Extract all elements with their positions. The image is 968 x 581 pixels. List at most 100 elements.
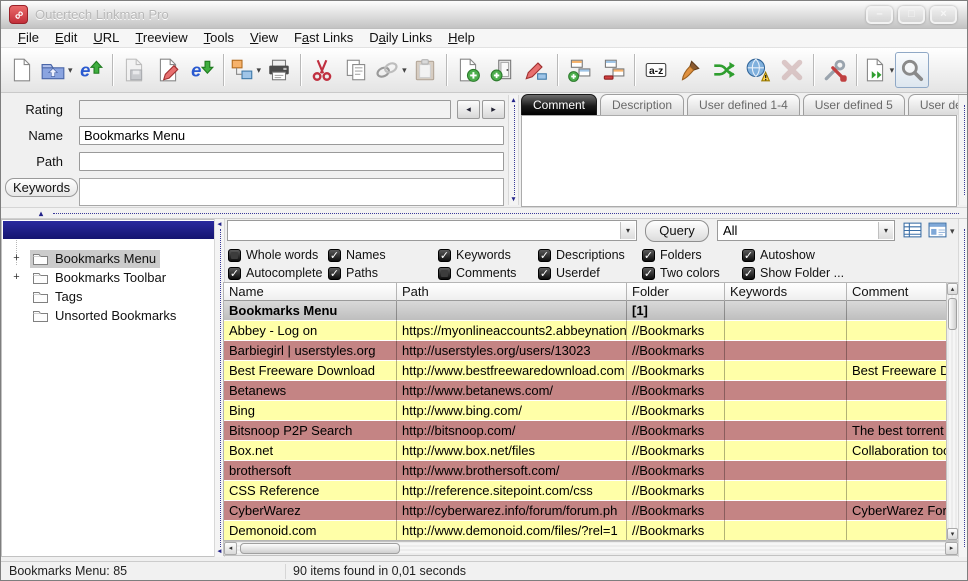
- close-button[interactable]: ×: [930, 6, 957, 24]
- remove-tree-item-button[interactable]: [596, 52, 630, 88]
- sort-az-button[interactable]: a-z: [639, 52, 673, 88]
- checked-checkbox-icon[interactable]: ✓: [328, 267, 341, 280]
- menu-view[interactable]: View: [242, 29, 286, 47]
- add-bookmark-button[interactable]: [451, 52, 485, 88]
- checked-checkbox-icon[interactable]: ✓: [642, 249, 655, 262]
- filter-show-folder-[interactable]: ✓Show Folder ...: [742, 264, 959, 282]
- filter-whole-words[interactable]: Whole words: [228, 246, 328, 264]
- checked-checkbox-icon[interactable]: ✓: [742, 249, 755, 262]
- tab-comment[interactable]: Comment: [521, 94, 597, 115]
- menu-tools[interactable]: Tools: [196, 29, 242, 47]
- bookmark-row[interactable]: Barbiegirl | userstyles.orghttp://userst…: [224, 341, 958, 361]
- horizontal-scroll-thumb[interactable]: [240, 543, 400, 554]
- dropdown-arrow-icon[interactable]: ▾: [402, 65, 407, 76]
- column-header-path[interactable]: Path: [397, 283, 627, 301]
- bookmark-row[interactable]: brothersofthttp://www.brothersoft.com///…: [224, 461, 958, 481]
- scroll-up-icon[interactable]: ▴: [947, 283, 958, 295]
- import-browser-button[interactable]: e: [74, 52, 108, 88]
- name-input[interactable]: [79, 126, 504, 145]
- tree-item-unsorted-bookmarks[interactable]: Unsorted Bookmarks: [2, 306, 218, 325]
- filter-paths[interactable]: ✓Paths: [328, 264, 438, 282]
- search-input[interactable]: [230, 222, 618, 239]
- bookmark-row[interactable]: Betanewshttp://www.betanews.com///Bookma…: [224, 381, 958, 401]
- bookmark-row[interactable]: Binghttp://www.bing.com///Bookmarks: [224, 401, 958, 421]
- search-combobox[interactable]: ▾: [227, 220, 637, 241]
- menu-url[interactable]: URL: [85, 29, 127, 47]
- dropdown-arrow-icon[interactable]: ▾: [257, 65, 262, 76]
- tab-user-defined-1-4[interactable]: User defined 1-4: [687, 94, 800, 115]
- menu-file[interactable]: File: [10, 29, 47, 47]
- filter-autoshow[interactable]: ✓Autoshow: [742, 246, 959, 264]
- menu-fast-links[interactable]: Fast Links: [286, 29, 361, 47]
- paste-button[interactable]: [408, 52, 442, 88]
- rating-input[interactable]: [79, 100, 451, 119]
- shuffle-button[interactable]: [707, 52, 741, 88]
- menu-treeview[interactable]: Treeview: [127, 29, 195, 47]
- maximize-button[interactable]: □: [898, 6, 925, 24]
- tree-item-bookmarks-toolbar[interactable]: +Bookmarks Toolbar: [2, 268, 218, 287]
- form-tabs-splitter[interactable]: ▴▾: [508, 95, 519, 205]
- dropdown-arrow-icon[interactable]: ▾: [890, 65, 895, 76]
- edit-database-button[interactable]: [151, 52, 185, 88]
- minimize-button[interactable]: –: [866, 6, 893, 24]
- comment-textarea[interactable]: [521, 115, 957, 207]
- keywords-textarea[interactable]: [79, 178, 504, 206]
- cleanup-button[interactable]: [673, 52, 707, 88]
- checked-checkbox-icon[interactable]: ✓: [328, 249, 341, 262]
- bookmark-row[interactable]: Box.nethttp://www.box.net/files//Bookmar…: [224, 441, 958, 461]
- bookmark-row[interactable]: Abbey - Log onhttps://myonlineaccounts2.…: [224, 321, 958, 341]
- bookmark-row[interactable]: CSS Referencehttp://reference.sitepoint.…: [224, 481, 958, 501]
- tab-user-defined-5[interactable]: User defined 5: [803, 94, 905, 115]
- checked-checkbox-icon[interactable]: ✓: [742, 267, 755, 280]
- layout-view-button[interactable]: [928, 222, 948, 239]
- checked-checkbox-icon[interactable]: ✓: [538, 249, 551, 262]
- chevron-down-icon[interactable]: ▾: [878, 222, 893, 239]
- new-bookmark-file-button[interactable]: [5, 52, 39, 88]
- bookmark-row[interactable]: Bitsnoop P2P Searchhttp://bitsnoop.com//…: [224, 421, 958, 441]
- right-edge-splitter-bottom[interactable]: [958, 219, 968, 557]
- check-links-button[interactable]: [741, 52, 775, 88]
- unchecked-checkbox-icon[interactable]: [228, 249, 241, 262]
- scroll-right-icon[interactable]: ▸: [945, 542, 958, 555]
- expand-icon[interactable]: +: [11, 271, 22, 283]
- column-header-folder[interactable]: Folder: [627, 283, 725, 301]
- paste-url-button[interactable]: ▾: [373, 52, 408, 88]
- table-horizontal-scrollbar[interactable]: ◂ ▸: [223, 541, 959, 556]
- export-browser-button[interactable]: e: [185, 52, 219, 88]
- tab-description[interactable]: Description: [600, 94, 684, 115]
- settings-button[interactable]: [818, 52, 852, 88]
- open-database-button[interactable]: ▾: [39, 52, 74, 88]
- run-queries-button[interactable]: ▾: [861, 52, 896, 88]
- menu-help[interactable]: Help: [440, 29, 483, 47]
- column-header-name[interactable]: Name: [224, 283, 397, 301]
- checked-checkbox-icon[interactable]: ✓: [438, 249, 451, 262]
- menu-daily-links[interactable]: Daily Links: [361, 29, 440, 47]
- bookmark-row[interactable]: CyberWarezhttp://cyberwarez.info/forum/f…: [224, 501, 958, 521]
- pane-splitter[interactable]: ▴: [1, 207, 967, 219]
- search-button[interactable]: [895, 52, 929, 88]
- filter-two-colors[interactable]: ✓Two colors: [642, 264, 742, 282]
- filter-comments[interactable]: Comments: [438, 264, 538, 282]
- add-folder-button[interactable]: [485, 52, 519, 88]
- print-button[interactable]: [262, 52, 296, 88]
- rating-decrement-button[interactable]: ◂: [457, 100, 480, 119]
- filter-descriptions[interactable]: ✓Descriptions: [538, 246, 642, 264]
- edit-bookmark-button[interactable]: [519, 52, 553, 88]
- details-view-button[interactable]: [903, 222, 923, 239]
- checked-checkbox-icon[interactable]: ✓: [538, 267, 551, 280]
- chevron-down-icon[interactable]: ▾: [620, 222, 635, 239]
- filter-userdef[interactable]: ✓Userdef: [538, 264, 642, 282]
- scope-select[interactable]: All ▾: [717, 220, 895, 241]
- rating-increment-button[interactable]: ▸: [482, 100, 505, 119]
- filter-autocomplete[interactable]: ✓Autocomplete: [228, 264, 328, 282]
- vertical-scroll-thumb[interactable]: [948, 298, 957, 330]
- menu-edit[interactable]: Edit: [47, 29, 85, 47]
- column-header-keywords[interactable]: Keywords: [725, 283, 847, 301]
- save-database-button[interactable]: [117, 52, 151, 88]
- column-header-comment[interactable]: Comment: [847, 283, 958, 301]
- filter-keywords[interactable]: ✓Keywords: [438, 246, 538, 264]
- chevron-down-icon[interactable]: ▾: [950, 226, 955, 237]
- keywords-button[interactable]: Keywords: [5, 178, 78, 197]
- window-layout-button[interactable]: ▾: [228, 52, 263, 88]
- checked-checkbox-icon[interactable]: ✓: [228, 267, 241, 280]
